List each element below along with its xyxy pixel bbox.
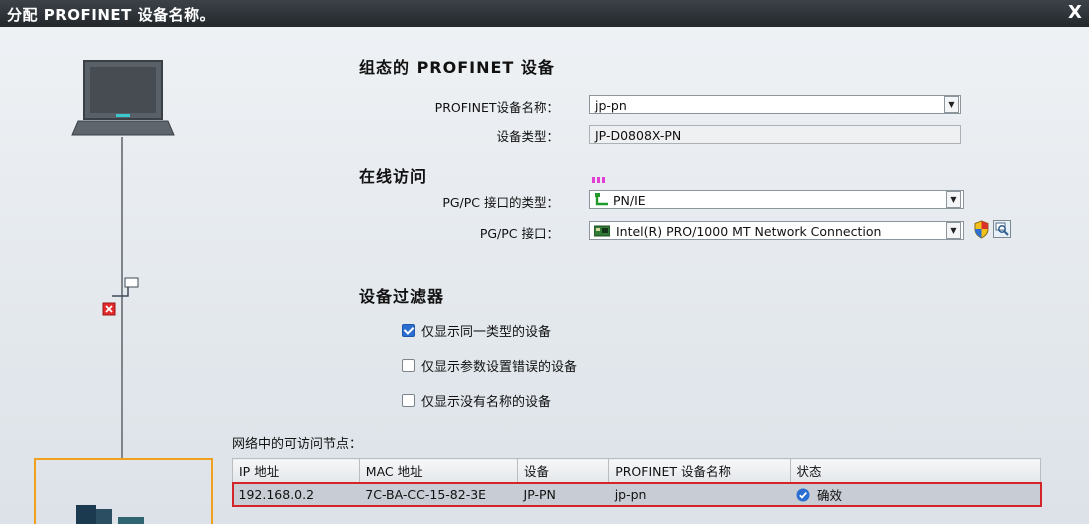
shield-icon[interactable] bbox=[973, 220, 990, 239]
table-row[interactable]: 192.168.0.2 7C-BA-CC-15-82-3E JP-PN jp-p… bbox=[231, 481, 1042, 507]
diagnostics-button[interactable] bbox=[993, 220, 1011, 238]
accessible-nodes-table: IP 地址 MAC 地址 设备 PROFINET 设备名称 状态 192.168… bbox=[231, 458, 1042, 507]
device-icon bbox=[76, 505, 144, 524]
magnifier-icon bbox=[995, 222, 1009, 236]
device-name-label: PROFINET设备名称： bbox=[434, 100, 559, 115]
status-text: 确效 bbox=[816, 488, 842, 503]
interface-type-combobox[interactable]: PN/IE bbox=[589, 190, 964, 209]
cell-device: JP-PN bbox=[517, 482, 609, 506]
cell-status: 确效 bbox=[790, 482, 1041, 506]
column-header-mac[interactable]: MAC 地址 bbox=[358, 458, 519, 483]
title-bar: 分配 PROFINET 设备名称。 X bbox=[0, 0, 1089, 27]
accessible-nodes-label: 网络中的可访问节点： bbox=[232, 437, 363, 452]
checkbox-checked-icon bbox=[402, 324, 415, 337]
filter-param-error-checkbox[interactable]: 仅显示参数设置错误的设备 bbox=[402, 356, 577, 375]
cell-mac: 7C-BA-CC-15-82-3E bbox=[359, 482, 518, 506]
close-button[interactable]: X bbox=[1065, 2, 1085, 24]
dialog-content: 组态的 PROFINET 设备 PROFINET设备名称： jp-pn ▼ 设备… bbox=[0, 27, 1089, 524]
network-port-icon bbox=[112, 277, 139, 297]
column-header-profinet-name[interactable]: PROFINET 设备名称 bbox=[608, 458, 791, 483]
pn-decoration-icon bbox=[592, 177, 605, 183]
interface-combobox[interactable]: Intel(R) PRO/1000 MT Network Connection bbox=[589, 221, 964, 240]
interface-type-dropdown-button[interactable]: ▼ bbox=[946, 191, 961, 208]
interface-dropdown-button[interactable]: ▼ bbox=[946, 222, 961, 239]
cell-profinet-name: jp-pn bbox=[608, 482, 790, 506]
online-access-heading: 在线访问 bbox=[359, 167, 428, 186]
device-name-dropdown-button[interactable]: ▼ bbox=[944, 96, 959, 113]
filter-option-label: 仅显示同一类型的设备 bbox=[421, 325, 552, 340]
device-name-combobox[interactable]: jp-pn bbox=[589, 95, 961, 114]
filter-same-type-checkbox[interactable]: 仅显示同一类型的设备 bbox=[402, 321, 551, 340]
column-header-ip[interactable]: IP 地址 bbox=[232, 458, 360, 483]
pn-ie-icon bbox=[595, 193, 608, 206]
check-circle-icon bbox=[796, 488, 810, 502]
filter-option-label: 仅显示没有名称的设备 bbox=[421, 395, 552, 410]
filter-no-name-checkbox[interactable]: 仅显示没有名称的设备 bbox=[402, 391, 551, 410]
window-title: 分配 PROFINET 设备名称。 bbox=[7, 6, 216, 24]
interface-type-label: PG/PC 接口的类型： bbox=[442, 195, 559, 210]
checkbox-unchecked-icon bbox=[402, 394, 415, 407]
device-name-value: jp-pn bbox=[595, 98, 627, 113]
device-filter-heading: 设备过滤器 bbox=[359, 287, 445, 306]
error-icon bbox=[102, 302, 116, 316]
device-type-value: JP-D0808X-PN bbox=[595, 128, 682, 143]
device-type-label: 设备类型： bbox=[496, 129, 559, 144]
network-diagram bbox=[34, 60, 213, 524]
checkbox-unchecked-icon bbox=[402, 359, 415, 372]
interface-label: PG/PC 接口： bbox=[479, 226, 559, 241]
column-header-device[interactable]: 设备 bbox=[517, 458, 610, 483]
cell-ip: 192.168.0.2 bbox=[232, 482, 360, 506]
device-type-field: JP-D0808X-PN bbox=[589, 125, 961, 144]
column-header-status[interactable]: 状态 bbox=[789, 458, 1041, 483]
filter-option-label: 仅显示参数设置错误的设备 bbox=[421, 360, 578, 375]
interface-value: Intel(R) PRO/1000 MT Network Connection bbox=[615, 224, 882, 239]
table-header-row: IP 地址 MAC 地址 设备 PROFINET 设备名称 状态 bbox=[232, 458, 1041, 483]
interface-type-value: PN/IE bbox=[612, 193, 646, 208]
device-frame bbox=[34, 458, 213, 524]
configured-device-heading: 组态的 PROFINET 设备 bbox=[359, 58, 555, 77]
pc-icon bbox=[71, 60, 175, 136]
network-card-icon bbox=[593, 225, 611, 237]
